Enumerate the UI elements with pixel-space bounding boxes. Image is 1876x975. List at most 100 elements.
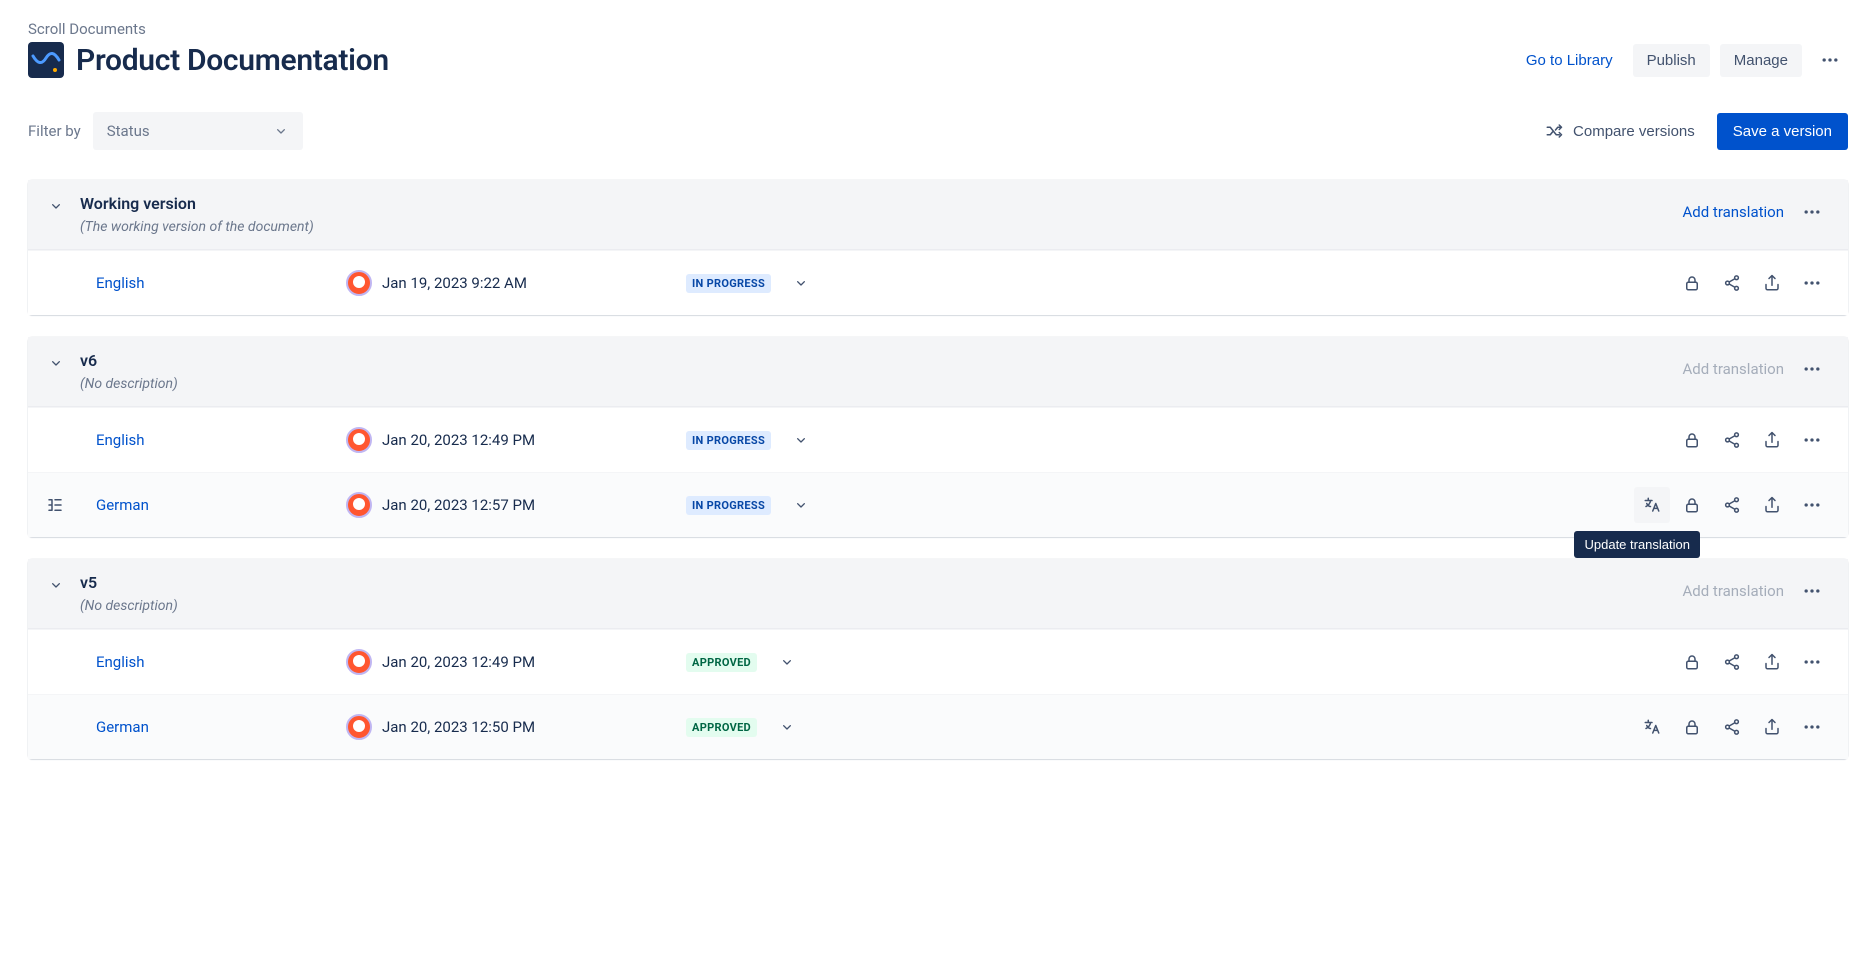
language-link[interactable]: English bbox=[96, 431, 346, 449]
shuffle-icon bbox=[1545, 122, 1563, 140]
modified-date: Jan 20, 2023 12:50 PM bbox=[382, 718, 535, 736]
add-translation-button: Add translation bbox=[1682, 360, 1784, 378]
go-to-library-button[interactable]: Go to Library bbox=[1516, 44, 1623, 77]
row-more-button[interactable] bbox=[1794, 709, 1830, 745]
lock-button[interactable] bbox=[1674, 487, 1710, 523]
lock-button[interactable] bbox=[1674, 265, 1710, 301]
version-more-button[interactable] bbox=[1794, 194, 1830, 230]
export-button[interactable] bbox=[1754, 422, 1790, 458]
chevron-down-icon bbox=[779, 654, 795, 670]
share-button[interactable] bbox=[1714, 709, 1750, 745]
lock-button[interactable] bbox=[1674, 709, 1710, 745]
export-button[interactable] bbox=[1754, 487, 1790, 523]
avatar bbox=[346, 270, 372, 296]
language-row: GermanJan 20, 2023 12:50 PMAPPROVED bbox=[28, 694, 1848, 759]
modified-date: Jan 20, 2023 12:57 PM bbox=[382, 496, 535, 514]
share-icon bbox=[1723, 274, 1741, 292]
status-filter-placeholder: Status bbox=[107, 122, 150, 140]
language-row: EnglishJan 20, 2023 12:49 PMIN PROGRESS bbox=[28, 407, 1848, 472]
share-icon bbox=[1723, 653, 1741, 671]
version-header: v6(No description)Add translation bbox=[28, 337, 1848, 407]
compare-versions-button[interactable]: Compare versions bbox=[1545, 122, 1695, 140]
export-button[interactable] bbox=[1754, 265, 1790, 301]
row-more-icon bbox=[1802, 430, 1822, 450]
add-translation-button: Add translation bbox=[1682, 582, 1784, 600]
update-translation-button[interactable] bbox=[1634, 709, 1670, 745]
row-more-button[interactable] bbox=[1794, 265, 1830, 301]
version-description: (The working version of the document) bbox=[80, 219, 314, 235]
chevron-down-icon bbox=[793, 432, 809, 448]
export-button[interactable] bbox=[1754, 709, 1790, 745]
save-version-button[interactable]: Save a version bbox=[1717, 113, 1848, 150]
share-button[interactable] bbox=[1714, 265, 1750, 301]
share-icon bbox=[1723, 431, 1741, 449]
status-badge: IN PROGRESS bbox=[686, 274, 771, 293]
row-more-button[interactable] bbox=[1794, 487, 1830, 523]
status-dropdown[interactable] bbox=[791, 273, 811, 293]
version-title: v5 bbox=[80, 573, 178, 592]
version-more-button[interactable] bbox=[1794, 573, 1830, 609]
language-link[interactable]: English bbox=[96, 653, 346, 671]
chevron-down-icon bbox=[48, 577, 64, 593]
update-translation-button[interactable]: Update translation bbox=[1634, 487, 1670, 523]
avatar bbox=[346, 649, 372, 675]
share-button[interactable] bbox=[1714, 422, 1750, 458]
export-icon bbox=[1763, 718, 1781, 736]
status-dropdown[interactable] bbox=[791, 430, 811, 450]
version-card: Working version(The working version of t… bbox=[28, 180, 1848, 315]
page-tree-icon[interactable] bbox=[46, 496, 64, 514]
share-icon bbox=[1723, 718, 1741, 736]
export-button[interactable] bbox=[1754, 644, 1790, 680]
version-more-icon bbox=[1802, 359, 1822, 379]
add-translation-button[interactable]: Add translation bbox=[1682, 203, 1784, 221]
lock-icon bbox=[1683, 718, 1701, 736]
modified-date: Jan 20, 2023 12:49 PM bbox=[382, 431, 535, 449]
language-link[interactable]: German bbox=[96, 718, 346, 736]
row-actions bbox=[1674, 422, 1830, 458]
share-button[interactable] bbox=[1714, 487, 1750, 523]
version-more-button[interactable] bbox=[1794, 351, 1830, 387]
row-more-button[interactable] bbox=[1794, 644, 1830, 680]
collapse-toggle[interactable] bbox=[46, 575, 66, 595]
manage-button[interactable]: Manage bbox=[1720, 44, 1802, 77]
header: Product Documentation Go to Library Publ… bbox=[28, 42, 1848, 78]
version-title: v6 bbox=[80, 351, 178, 370]
lock-icon bbox=[1683, 431, 1701, 449]
lock-button[interactable] bbox=[1674, 644, 1710, 680]
publish-button[interactable]: Publish bbox=[1633, 44, 1710, 77]
version-card: v5(No description)Add translation English… bbox=[28, 559, 1848, 759]
breadcrumb[interactable]: Scroll Documents bbox=[28, 20, 1848, 38]
status-dropdown[interactable] bbox=[791, 495, 811, 515]
app-icon bbox=[28, 42, 64, 78]
version-header: v5(No description)Add translation bbox=[28, 559, 1848, 629]
export-icon bbox=[1763, 431, 1781, 449]
tooltip: Update translation bbox=[1574, 531, 1700, 558]
status-dropdown[interactable] bbox=[777, 652, 797, 672]
language-link[interactable]: English bbox=[96, 274, 346, 292]
status-dropdown[interactable] bbox=[777, 717, 797, 737]
more-actions-button[interactable] bbox=[1812, 42, 1848, 78]
avatar bbox=[346, 427, 372, 453]
version-header: Working version(The working version of t… bbox=[28, 180, 1848, 250]
row-actions: Update translation bbox=[1634, 487, 1830, 523]
filter-label: Filter by bbox=[28, 122, 81, 140]
row-more-icon bbox=[1802, 495, 1822, 515]
collapse-toggle[interactable] bbox=[46, 196, 66, 216]
language-row: EnglishJan 19, 2023 9:22 AMIN PROGRESS bbox=[28, 250, 1848, 315]
chevron-down-icon bbox=[48, 355, 64, 371]
status-filter-select[interactable]: Status bbox=[93, 112, 303, 150]
collapse-toggle[interactable] bbox=[46, 353, 66, 373]
lock-icon bbox=[1683, 496, 1701, 514]
page-tree-icon bbox=[46, 496, 64, 514]
row-actions bbox=[1674, 644, 1830, 680]
export-icon bbox=[1763, 653, 1781, 671]
share-icon bbox=[1723, 496, 1741, 514]
language-link[interactable]: German bbox=[96, 496, 346, 514]
row-more-button[interactable] bbox=[1794, 422, 1830, 458]
lock-button[interactable] bbox=[1674, 422, 1710, 458]
version-more-icon bbox=[1802, 202, 1822, 222]
chevron-down-icon bbox=[273, 123, 289, 139]
lock-icon bbox=[1683, 274, 1701, 292]
language-row: GermanJan 20, 2023 12:57 PMIN PROGRESSUp… bbox=[28, 472, 1848, 537]
share-button[interactable] bbox=[1714, 644, 1750, 680]
